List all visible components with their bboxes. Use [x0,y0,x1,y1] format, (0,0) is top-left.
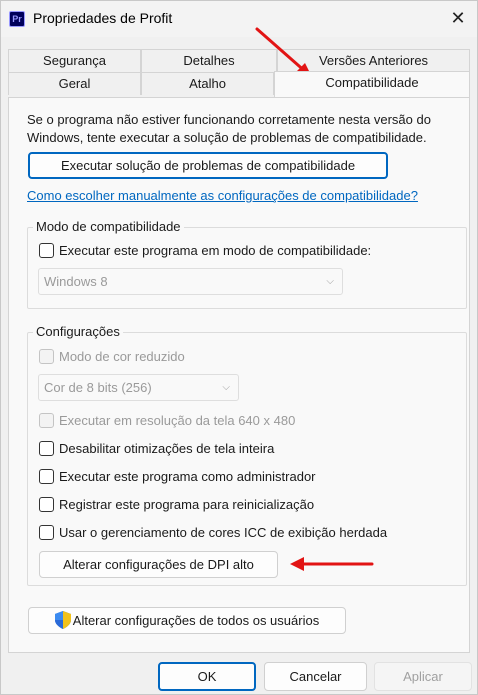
res-640-checkbox [39,412,54,428]
compat-mode-label: Modo de compatibilidade [33,219,184,234]
premiere-app-icon: Pr [9,11,25,27]
legacy-icc-label: Usar o gerenciamento de cores ICC de exi… [59,524,388,540]
reduced-color-label: Modo de cor reduzido [59,348,185,364]
compat-mode-checkbox[interactable] [39,242,54,258]
legacy-icc-row[interactable]: Usar o gerenciamento de cores ICC de exi… [39,523,387,541]
res-640-label: Executar em resolução da tela 640 x 480 [59,412,296,428]
legacy-icc-checkbox[interactable] [39,524,54,540]
os-select: Windows 8 ⌵ [38,268,343,295]
settings-group [27,332,467,586]
dpi-settings-button[interactable]: Alterar configurações de DPI alto [39,551,278,578]
tab-compatibilidade[interactable]: Compatibilidade [274,71,470,97]
disable-fullscreen-checkbox[interactable] [39,440,54,456]
disable-fullscreen-row[interactable]: Desabilitar otimizações de tela inteira [39,439,274,457]
chevron-down-icon: ⌵ [222,382,230,393]
cancel-button[interactable]: Cancelar [264,662,367,691]
annotation-arrow-dpi-icon [290,557,374,571]
title-bar: Pr Propriedades de Profit ✕ [1,1,477,37]
register-restart-checkbox[interactable] [39,496,54,512]
run-admin-label: Executar este programa como administrado… [59,468,316,484]
compat-mode-checkbox-label: Executar este programa em modo de compat… [59,242,372,258]
uac-shield-icon [54,611,71,629]
settings-label: Configurações [33,324,123,339]
res-640-row: Executar em resolução da tela 640 x 480 [39,411,295,429]
apply-button[interactable]: Aplicar [374,662,472,691]
tab-seguranca[interactable]: Segurança [8,49,141,72]
reduced-color-checkbox [39,348,54,364]
description-text: Se o programa não estiver funcionando co… [27,112,431,145]
compat-mode-checkbox-row[interactable]: Executar este programa em modo de compat… [39,241,371,259]
manual-settings-link[interactable]: Como escolher manualmente as configuraçõ… [27,188,418,203]
troubleshoot-button[interactable]: Executar solução de problemas de compati… [28,152,388,179]
register-restart-row[interactable]: Registrar este programa para reinicializ… [39,495,314,513]
disable-fullscreen-label: Desabilitar otimizações de tela inteira [59,440,275,456]
close-button[interactable]: ✕ [445,7,471,31]
os-select-value: Windows 8 [44,274,108,289]
color-depth-value: Cor de 8 bits (256) [44,380,152,395]
register-restart-label: Registrar este programa para reinicializ… [59,496,315,512]
ok-button[interactable]: OK [158,662,256,691]
color-depth-select: Cor de 8 bits (256) ⌵ [38,374,239,401]
run-admin-row[interactable]: Executar este programa como administrado… [39,467,316,485]
run-admin-checkbox[interactable] [39,468,54,484]
chevron-down-icon: ⌵ [326,276,334,287]
properties-dialog: Pr Propriedades de Profit ✕ Segurança De… [0,0,478,695]
all-users-label: Alterar configurações de todos os usuári… [72,613,320,628]
all-users-button[interactable]: Alterar configurações de todos os usuári… [28,607,346,634]
tab-geral[interactable]: Geral [8,72,141,95]
window-title: Propriedades de Profit [33,10,173,26]
reduced-color-row: Modo de cor reduzido [39,347,185,365]
